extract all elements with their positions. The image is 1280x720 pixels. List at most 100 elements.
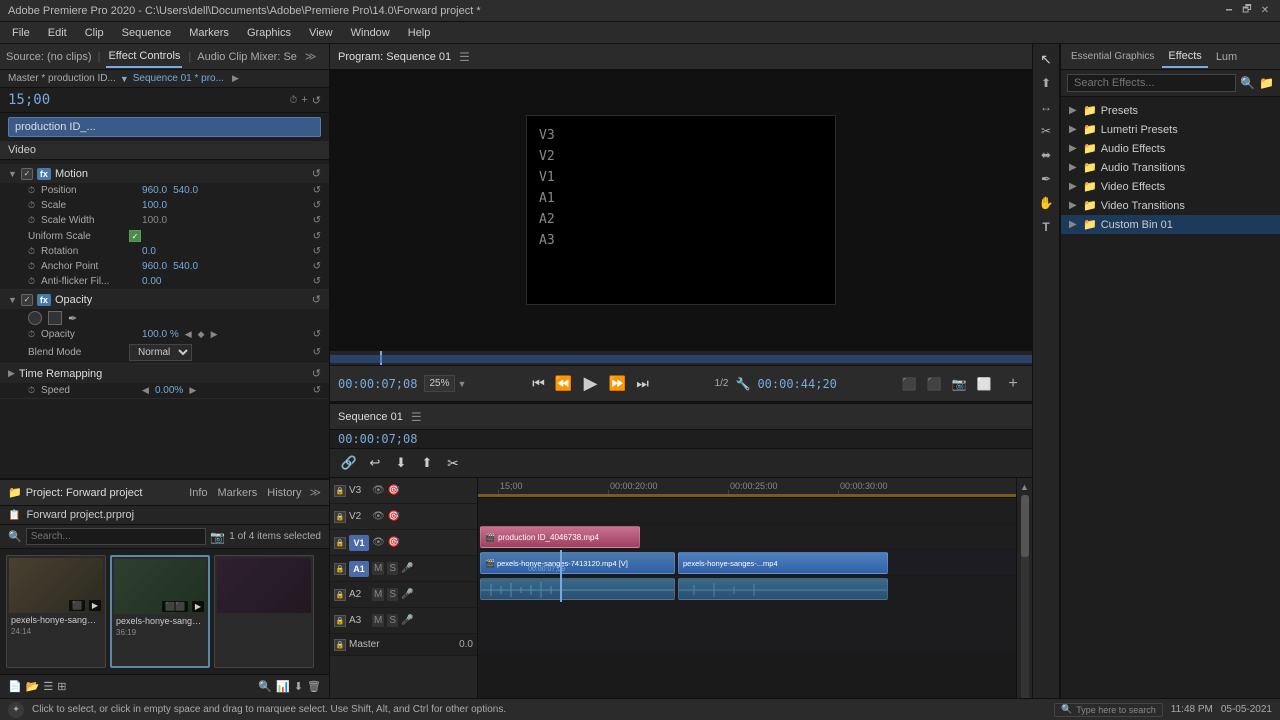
master-track-row[interactable]: [478, 654, 1016, 676]
proj-settings-btn[interactable]: 📊: [276, 680, 290, 693]
rect-shape-btn[interactable]: [48, 311, 62, 325]
target-v1[interactable]: 🎯: [388, 537, 400, 548]
proj-new-btn[interactable]: 📄: [8, 680, 22, 693]
stopwatch-scale[interactable]: ⏱: [28, 200, 35, 211]
razor-tool[interactable]: ✂: [1035, 120, 1057, 142]
step-back-btn[interactable]: ⏪: [553, 373, 575, 395]
minimize-button[interactable]: 🗕: [1222, 4, 1236, 18]
master-vol[interactable]: 0.0: [459, 639, 473, 650]
opacity-reset-btn[interactable]: ↺: [312, 293, 321, 306]
speed-reset[interactable]: ↺: [313, 385, 321, 396]
antiflicker-value[interactable]: 0.00: [142, 276, 161, 287]
stopwatch-opacity[interactable]: ⏱: [28, 329, 35, 340]
speed-value[interactable]: 0.00%: [155, 385, 183, 396]
video-transitions-folder[interactable]: ▶ 📁 Video Transitions: [1061, 196, 1280, 215]
scalewidth-reset-btn[interactable]: ↺: [313, 215, 321, 226]
essential-graphics-tab[interactable]: Essential Graphics: [1065, 47, 1160, 66]
speed-next[interactable]: ▶: [189, 385, 196, 396]
mic-a2[interactable]: 🎤: [401, 589, 413, 600]
pen-tool-btn[interactable]: ✒: [68, 312, 77, 325]
timeline-timecode[interactable]: 00:00:07;08: [330, 430, 1032, 449]
motion-toggle-check[interactable]: ✓: [21, 168, 33, 180]
razor-btn[interactable]: ✂: [442, 452, 464, 474]
hand-tool[interactable]: ✋: [1035, 192, 1057, 214]
menu-markers[interactable]: Markers: [181, 25, 237, 41]
zoom-dropdown[interactable]: ▼: [458, 379, 467, 389]
eye-v3[interactable]: 👁: [372, 485, 385, 496]
info-tab[interactable]: Info: [189, 487, 207, 499]
rot-reset[interactable]: ↺: [313, 246, 321, 257]
video-effects-folder[interactable]: ▶ 📁 Video Effects: [1061, 177, 1280, 196]
proj-list-btn[interactable]: ☰: [43, 680, 53, 693]
scale-reset-btn[interactable]: ↺: [313, 200, 321, 211]
pen-tool[interactable]: ✒: [1035, 168, 1057, 190]
lock-a2[interactable]: 🔒: [334, 589, 346, 601]
slip-tool[interactable]: ⬌: [1035, 144, 1057, 166]
overwrite-btn[interactable]: ⬇: [390, 452, 412, 474]
seq-right-arrow[interactable]: ▶: [232, 73, 239, 84]
v2-track-row[interactable]: 🎬 production ID_4046738.mp4: [478, 524, 1016, 550]
pos-reset-btn[interactable]: ↺: [313, 185, 321, 196]
add-motion-btn[interactable]: +: [301, 94, 307, 106]
mute-a3[interactable]: M: [372, 614, 384, 627]
timecode-display[interactable]: 15;00: [8, 92, 50, 108]
track-a1-active[interactable]: A1: [349, 561, 369, 577]
blend-reset[interactable]: ↺: [313, 347, 321, 358]
mute-a2[interactable]: M: [372, 588, 384, 601]
motion-reset-btn[interactable]: ↺: [312, 167, 321, 180]
proj-sort-btn[interactable]: ⬇: [294, 680, 303, 693]
lock-v2[interactable]: 🔒: [334, 511, 346, 523]
mic-a3[interactable]: 🎤: [401, 615, 413, 626]
preview-scrubber[interactable]: [330, 350, 1032, 366]
project-clip-1[interactable]: ▶ ⬛ pexels-honye-sanges-532... 24:14: [6, 555, 106, 668]
lock-a3[interactable]: 🔒: [334, 615, 346, 627]
effect-controls-tab[interactable]: Effect Controls: [106, 46, 182, 68]
lumetri-tab[interactable]: Lum: [1210, 47, 1243, 67]
audio-clip-mixer-tab[interactable]: Audio Clip Mixer: Se: [197, 51, 297, 63]
track-v1-active[interactable]: V1: [349, 535, 369, 551]
new-item-btn[interactable]: 📷: [210, 530, 225, 544]
proj-find-btn[interactable]: 🔍: [258, 680, 272, 693]
a2-track-row[interactable]: [478, 602, 1016, 628]
ripple-tool[interactable]: ↔: [1035, 96, 1057, 118]
oval-shape-btn[interactable]: [28, 311, 42, 325]
menu-clip[interactable]: Clip: [77, 25, 112, 41]
opacity-keyframe-prev[interactable]: ◀: [185, 329, 192, 340]
effects-tab[interactable]: Effects: [1162, 46, 1207, 68]
stopwatch-rot[interactable]: ⏱: [28, 246, 35, 257]
maximize-button[interactable]: 🗗: [1240, 4, 1254, 18]
eye-v1[interactable]: 👁: [372, 537, 385, 548]
solo-a2[interactable]: S: [387, 588, 398, 601]
lock-v3[interactable]: 🔒: [334, 485, 346, 497]
v1-track-row[interactable]: 🎬 pexels-honye-sanges-7413120.mp4 [V] 00…: [478, 550, 1016, 576]
export-frame-btn[interactable]: ⬜: [973, 373, 995, 395]
play-btn[interactable]: ▶: [578, 371, 604, 397]
proj-delete-btn[interactable]: 🗑: [307, 680, 321, 693]
project-clip-2[interactable]: ▶ ⬛⬛ pexels-honye-sanges-741... 36:19: [110, 555, 210, 668]
menu-view[interactable]: View: [301, 25, 341, 41]
selection-tool[interactable]: ↖: [1035, 48, 1057, 70]
project-expand-btn[interactable]: ≫: [309, 486, 321, 499]
anchor-y[interactable]: 540.0: [173, 261, 198, 272]
anti-reset[interactable]: ↺: [313, 276, 321, 287]
stopwatch-speed[interactable]: ⏱: [28, 385, 35, 396]
time-remapping-header[interactable]: ▶ Time Remapping ↺: [0, 364, 329, 383]
menu-graphics[interactable]: Graphics: [239, 25, 299, 41]
prev-frame-btn[interactable]: ⏮: [528, 373, 550, 395]
motion-header[interactable]: ▼ ✓ fx Motion ↺: [0, 164, 329, 183]
panel-expand-btn[interactable]: ≫: [305, 50, 317, 63]
taskbar-search[interactable]: 🔍 Type here to search: [1054, 703, 1163, 717]
speed-prev[interactable]: ◀: [142, 385, 149, 396]
audio-transitions-folder[interactable]: ▶ 📁 Audio Transitions: [1061, 158, 1280, 177]
sequence-value[interactable]: Sequence 01 * pro...: [133, 73, 224, 84]
effects-search-btn[interactable]: 🔍: [1240, 76, 1255, 90]
zoom-select[interactable]: 25%: [424, 375, 454, 392]
lock-a1[interactable]: 🔒: [334, 563, 346, 575]
custom-bin-01-folder[interactable]: ▶ 📁 Custom Bin 01: [1061, 215, 1280, 234]
solo-a1[interactable]: S: [387, 562, 398, 575]
text-tool[interactable]: T: [1035, 216, 1057, 238]
v3-track-row[interactable]: [478, 498, 1016, 524]
step-fwd-btn[interactable]: ⏩: [607, 373, 629, 395]
clip-pexels-v1-1[interactable]: 🎬 pexels-honye-sanges-7413120.mp4 [V]: [480, 552, 675, 574]
effects-new-bin-btn[interactable]: 📁: [1259, 76, 1274, 90]
